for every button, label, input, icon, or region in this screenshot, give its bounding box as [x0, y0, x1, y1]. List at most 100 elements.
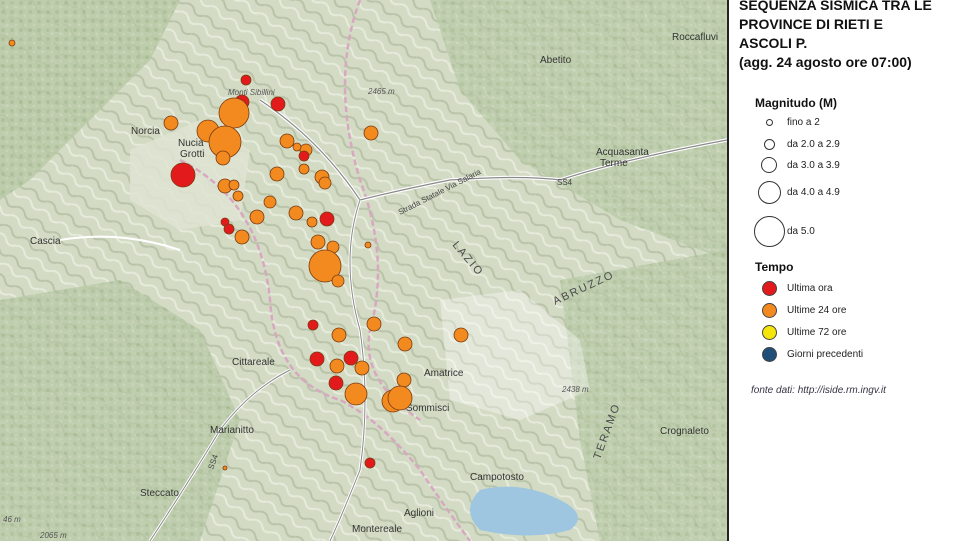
epicenter-marker [279, 133, 295, 149]
epicenter-marker [354, 360, 370, 376]
epicenter-marker [363, 125, 379, 141]
legend-panel: SEQUENZA SISMICA TRA LE PROVINCE DI RIET… [727, 0, 960, 541]
epicenter-marker [222, 465, 228, 471]
epicenter-marker [292, 142, 302, 152]
epicenter-marker [396, 372, 412, 388]
epicenter-marker [366, 316, 382, 332]
magnitude-legend-title: Magnitudo (M) [755, 96, 837, 110]
title-line-3: ASCOLI P. [739, 35, 808, 51]
magnitude-symbol [761, 157, 777, 173]
label-montereale: Montereale [352, 524, 402, 535]
epicenter-marker [306, 216, 318, 228]
epicenter-marker [8, 39, 16, 47]
label-cascia: Cascia [30, 236, 61, 247]
label-elev-b: 2438 m [561, 385, 589, 394]
label-nucia: Nucia [178, 138, 204, 149]
magnitude-legend-item: da 5.0 [751, 215, 815, 247]
epicenter-marker [331, 327, 347, 343]
title-line-4: (agg. 24 agosto ore 07:00) [739, 54, 912, 70]
magnitude-label: da 3.0 a 3.9 [787, 159, 840, 171]
epicenter-marker [218, 97, 250, 129]
label-acquasanta: Acquasanta [596, 147, 649, 158]
magnitude-legend-item: da 3.0 a 3.9 [751, 155, 840, 175]
magnitude-legend-item: da 4.0 a 4.9 [751, 180, 840, 204]
time-label: Ultime 24 ore [787, 304, 847, 316]
time-legend-title: Tempo [755, 260, 794, 274]
epicenter-marker [223, 223, 235, 235]
time-color-dot [761, 302, 777, 318]
magnitude-legend-item: da 2.0 a 2.9 [751, 134, 840, 154]
time-legend-item: Ultime 72 ore [751, 322, 846, 342]
magnitude-symbol [765, 118, 773, 126]
title-line-2: PROVINCE DI RIETI E [739, 16, 883, 32]
epicenter-marker [288, 205, 304, 221]
epicenter-marker [263, 195, 277, 209]
epicenter-marker [240, 74, 252, 86]
time-color-dot [761, 280, 777, 296]
map-title: SEQUENZA SISMICA TRA LE PROVINCE DI RIET… [739, 0, 959, 72]
epicenter-marker [234, 229, 250, 245]
epicenter-marker [364, 241, 372, 249]
time-label: Ultime 72 ore [787, 326, 847, 338]
epicenter-marker [270, 96, 286, 112]
epicenter-marker [269, 166, 285, 182]
label-ss4-a: SS4 [557, 178, 573, 187]
map-canvas: Norcia Nucia Grotti Cascia Abetito Rocca… [0, 0, 727, 541]
epicenter-marker [319, 211, 335, 227]
epicenter-marker [364, 457, 376, 469]
epicenter-marker [387, 385, 413, 411]
label-abetito: Abetito [540, 55, 572, 66]
epicenter-marker [170, 162, 196, 188]
label-crognaleto: Crognaleto [660, 426, 709, 437]
seismic-map: Norcia Nucia Grotti Cascia Abetito Rocca… [0, 0, 727, 541]
label-steccato: Steccato [140, 488, 179, 499]
epicenter-marker [329, 358, 345, 374]
time-label: Ultima ora [787, 282, 833, 294]
magnitude-label: da 4.0 a 4.9 [787, 186, 840, 198]
time-label: Giorni precedenti [787, 348, 864, 360]
epicenter-marker [310, 234, 326, 250]
label-monte-sibillini: Monti Sibillini [228, 88, 275, 97]
label-cittareale: Cittareale [232, 357, 275, 368]
epicenter-marker [249, 209, 265, 225]
magnitude-label: da 2.0 a 2.9 [787, 138, 840, 150]
epicenter-marker [343, 350, 359, 366]
label-elev-d: 46 m [3, 515, 21, 524]
time-color-dot [761, 324, 777, 340]
label-elev-a: 2465 m [367, 87, 395, 96]
epicenter-marker [307, 319, 319, 331]
epicenter-marker [318, 176, 332, 190]
label-aglioni: Aglioni [404, 508, 434, 519]
label-roccafluvione: Roccafluvi [672, 32, 718, 43]
magnitude-label: fino a 2 [787, 116, 820, 128]
magnitude-legend-item: fino a 2 [751, 112, 820, 132]
time-color-dot [761, 346, 777, 362]
label-terme: Terme [600, 158, 628, 169]
time-legend-item: Giorni precedenti [751, 344, 863, 364]
label-amatrice: Amatrice [424, 368, 464, 379]
epicenter-marker [163, 115, 179, 131]
epicenter-marker [298, 163, 310, 175]
epicenter-marker [309, 351, 325, 367]
epicenter-marker [232, 190, 244, 202]
epicenter-marker [228, 179, 240, 191]
epicenter-marker [298, 150, 310, 162]
label-marianitto: Marianitto [210, 425, 254, 436]
label-norcia: Norcia [131, 126, 160, 137]
epicenter-marker [397, 336, 413, 352]
data-source: fonte dati: http://iside.rm.ingv.it [751, 385, 886, 396]
title-line-1: SEQUENZA SISMICA TRA LE [739, 0, 932, 13]
magnitude-symbol [753, 215, 785, 247]
label-elev-c: 2065 m [39, 531, 67, 540]
magnitude-symbol [763, 138, 775, 150]
label-sommisci: Sommisci [406, 403, 449, 414]
time-legend-item: Ultime 24 ore [751, 300, 846, 320]
label-grotti: Grotti [180, 149, 204, 160]
magnitude-symbol [757, 180, 781, 204]
time-legend-item: Ultima ora [751, 278, 833, 298]
label-campotosto: Campotosto [470, 472, 524, 483]
epicenter-marker [453, 327, 469, 343]
magnitude-label: da 5.0 [787, 225, 815, 237]
epicenter-marker [331, 274, 345, 288]
epicenter-marker [328, 375, 344, 391]
